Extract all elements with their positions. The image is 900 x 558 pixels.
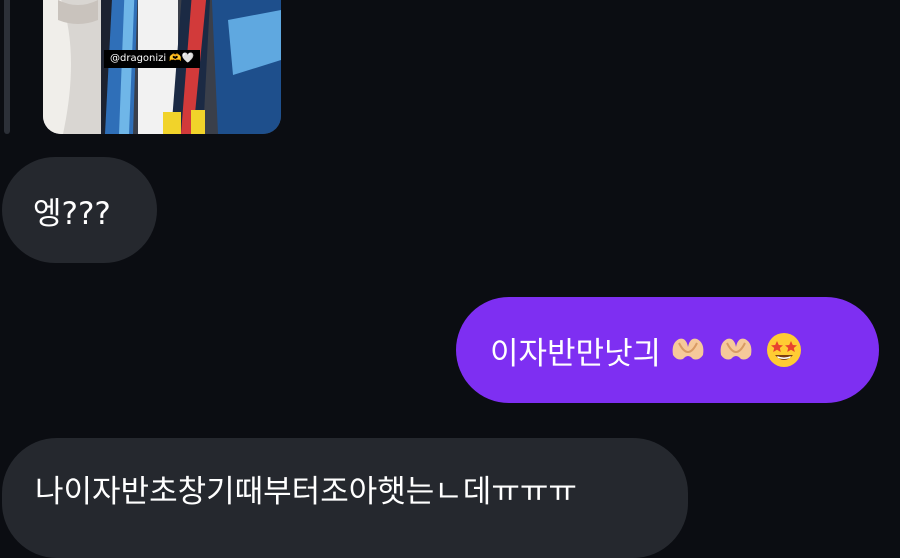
message-bubble-outgoing[interactable]: 이자반만낫긔 <box>456 297 879 403</box>
heart-hands-emoji-icon <box>720 338 752 360</box>
message-bubble-incoming[interactable]: 나이자반초창기때부터조아햇는ㄴ데ㅠㅠㅠ <box>2 438 688 558</box>
message-bubble-incoming[interactable]: 엥??? <box>2 157 157 263</box>
story-mention-text: @dragonizi 🫶🤍 <box>110 53 195 64</box>
message-text: 나이자반초창기때부터조아햇는ㄴ데ㅠㅠㅠ <box>35 474 577 510</box>
story-reply-bar <box>4 0 10 134</box>
chat-thread: @dragonizi 🫶🤍 엥??? 이자반만낫긔 나이자반초창기때부터조아햇는… <box>0 0 900 558</box>
star-struck-emoji-icon <box>767 333 802 367</box>
story-mention-tag: @dragonizi 🫶🤍 <box>104 50 201 68</box>
message-text: 이자반만낫긔 <box>490 335 662 372</box>
emoji-group <box>669 331 803 369</box>
heart-hands-emoji-icon <box>672 338 704 360</box>
message-text: 엥??? <box>33 195 111 232</box>
